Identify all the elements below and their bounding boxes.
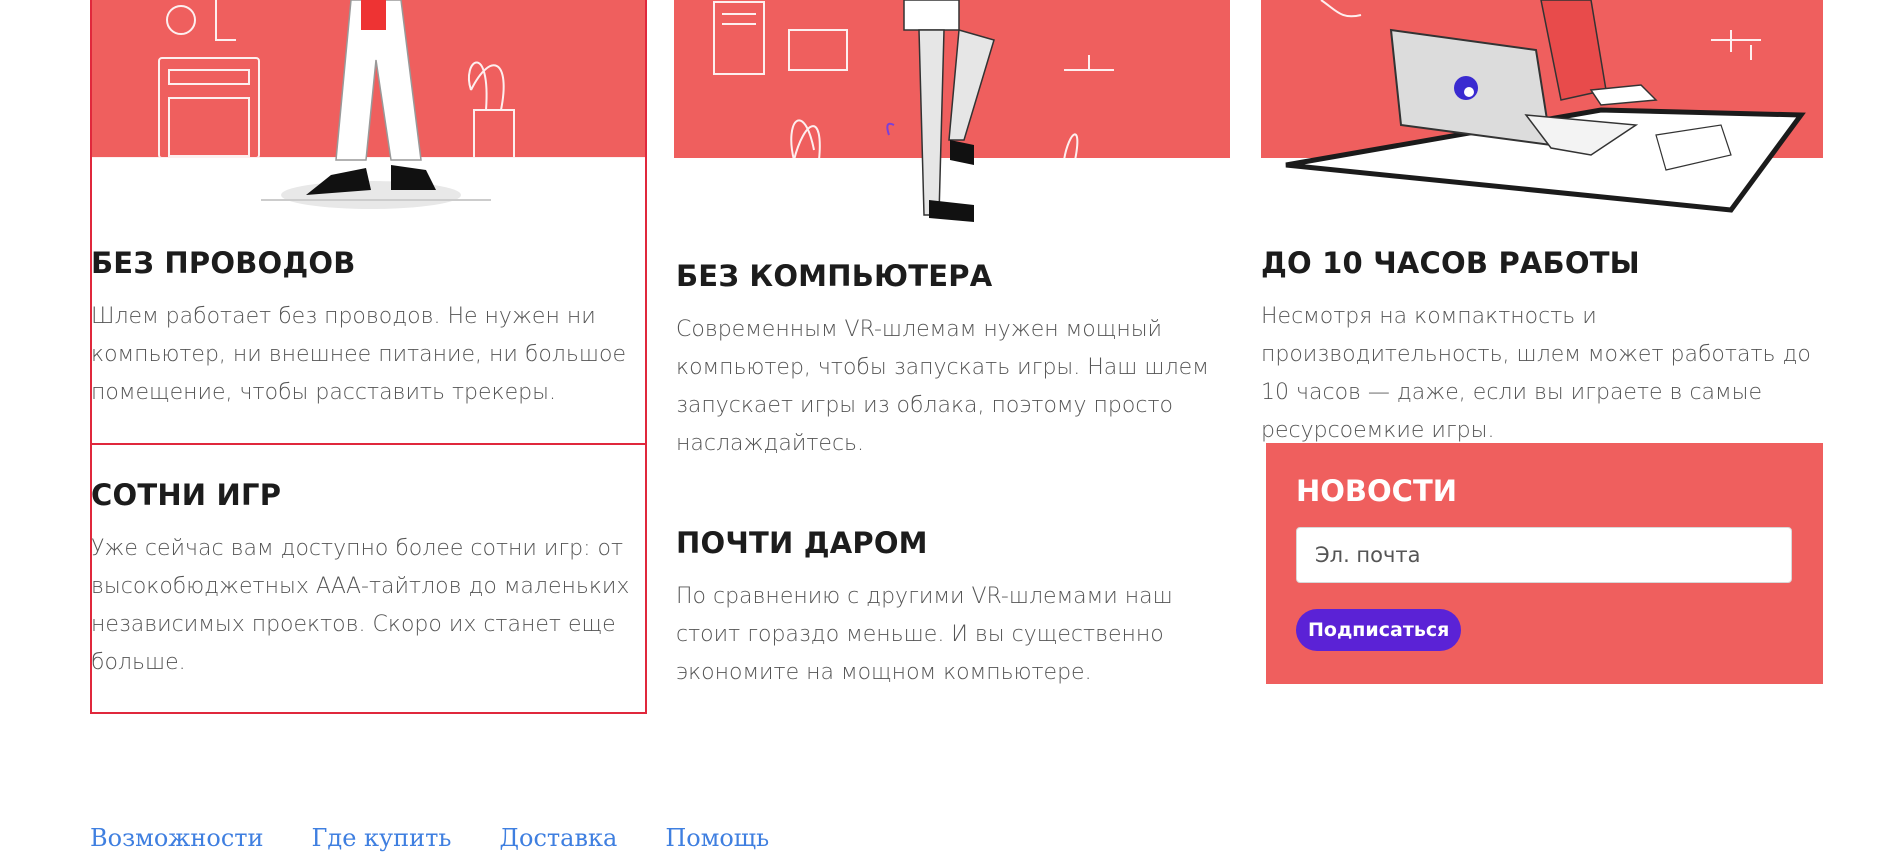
footer-link-where-to-buy[interactable]: Где купить [312,820,452,856]
feature-title: СОТНИ ИГР [91,478,282,512]
feature-battery: ДО 10 ЧАСОВ РАБОТЫ Несмотря на компактно… [1261,244,1823,450]
feature-text: Шлем работает без проводов. Не нужен ни … [91,304,626,405]
subscribe-button[interactable]: Подписаться [1296,609,1462,651]
email-input[interactable] [1296,527,1792,583]
newsletter-box: НОВОСТИ Подписаться [1266,443,1823,684]
feature-no-computer: БЕЗ КОМПЬЮТЕРА Современным VR-шлемам нуж… [676,257,1221,463]
footer-link-delivery[interactable]: Доставка [500,820,618,856]
feature-text: Уже сейчас вам доступно более сотни игр:… [91,536,630,675]
feature-text: Современным VR-шлемам нужен мощный компь… [676,317,1209,456]
newsletter-title: НОВОСТИ [1296,474,1458,508]
illustration-battery [1261,0,1823,215]
feature-title: БЕЗ ПРОВОДОВ [91,246,356,280]
feature-text: По сравнению с другими VR-шлемами наш ст… [676,584,1173,685]
feature-title: ДО 10 ЧАСОВ РАБОТЫ [1261,246,1640,280]
footer-link-features[interactable]: Возможности [90,820,264,856]
footer-link-help[interactable]: Помощь [665,820,769,856]
illustration-no-computer [674,0,1230,228]
feature-wireless: БЕЗ ПРОВОДОВ Шлем работает без проводов.… [91,244,636,412]
feature-title: ПОЧТИ ДАРОМ [676,526,928,560]
feature-title: БЕЗ КОМПЬЮТЕРА [676,259,993,293]
feature-games: СОТНИ ИГР Уже сейчас вам доступно более … [91,476,636,682]
feature-text: Несмотря на компактность и производитель… [1261,304,1811,443]
footer-nav: Возможности Где купить Доставка Помощь [90,820,769,856]
feature-cheap: ПОЧТИ ДАРОМ По сравнению с другими VR-шл… [676,524,1221,692]
